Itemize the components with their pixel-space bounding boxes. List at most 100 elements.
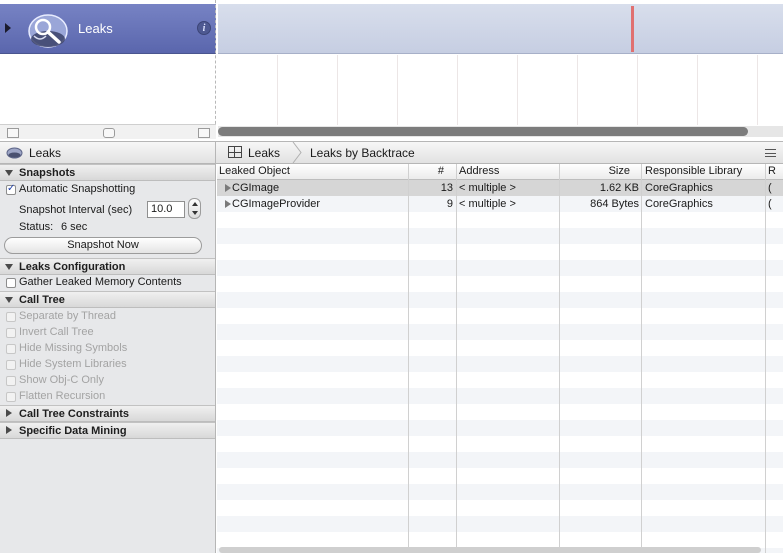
show-objc-only-checkbox[interactable] [6, 376, 16, 386]
breadcrumb-leaks[interactable]: Leaks [248, 146, 280, 160]
snapshot-now-button[interactable]: Snapshot Now [4, 237, 202, 254]
disclosure-open-icon[interactable] [5, 297, 13, 303]
table-stripe [217, 388, 783, 404]
section-leaks-configuration[interactable]: Leaks Configuration [0, 258, 215, 275]
invert-call-tree-checkbox[interactable] [6, 328, 16, 338]
separate-by-thread-checkbox[interactable] [6, 312, 16, 322]
track-display-icon[interactable] [198, 128, 210, 138]
table-stripe [217, 260, 783, 276]
section-snapshots[interactable]: Snapshots [0, 164, 215, 181]
flatten-recursion-checkbox[interactable] [6, 392, 16, 402]
instrument-row-leaks[interactable]: Leaks i [0, 4, 216, 54]
leaks-small-icon [6, 147, 23, 159]
section-call-tree-constraints[interactable]: Call Tree Constraints [0, 405, 215, 422]
column-header-responsible-frame[interactable]: R [768, 165, 778, 179]
timeline-scroll-thumb[interactable] [218, 127, 748, 136]
snapshot-interval-field[interactable]: 10.0 [147, 201, 185, 218]
cell-library: CoreGraphics [645, 198, 713, 210]
column-header-size[interactable]: Size [561, 165, 630, 179]
snapshot-interval-stepper[interactable] [188, 198, 201, 219]
breadcrumb-leaks-by-backtrace[interactable]: Leaks by Backtrace [310, 146, 415, 160]
gather-leaked-memory-checkbox[interactable] [6, 278, 16, 288]
disclosure-closed-icon[interactable] [6, 409, 12, 417]
table-header: Leaked Object # Address Size Responsible… [217, 164, 783, 180]
table-stripe [217, 356, 783, 372]
cell-size: 1.62 KB [599, 182, 639, 194]
section-title: Call Tree [19, 294, 65, 306]
disclosure-open-icon[interactable] [5, 170, 13, 176]
section-specific-data-mining[interactable]: Specific Data Mining [0, 422, 215, 439]
table-row[interactable]: CGImage 13 < multiple > 1.62 KB CoreGrap… [217, 180, 783, 196]
track-scale-icon[interactable] [7, 128, 19, 138]
leak-marker[interactable] [631, 6, 634, 52]
column-divider[interactable] [641, 164, 642, 553]
option-label: Gather Leaked Memory Contents [19, 276, 182, 288]
table-row[interactable]: CGImageProvider 9 < multiple > 864 Bytes… [217, 196, 783, 212]
jump-bar: Leaks Leaks Leaks by Backtrace [0, 141, 783, 164]
table-grid-icon[interactable] [228, 146, 242, 158]
column-header-address[interactable]: Address [459, 165, 559, 179]
timeline-track[interactable] [218, 4, 783, 54]
leaks-table: Leaked Object # Address Size Responsible… [217, 164, 783, 553]
jump-bar-left: Leaks [0, 142, 216, 163]
instrument-area: Leaks i [0, 0, 783, 139]
hide-system-libraries-checkbox[interactable] [6, 360, 16, 370]
jump-bar-instrument-label[interactable]: Leaks [29, 146, 61, 160]
cell-object: CGImageProvider [232, 198, 321, 210]
option-label: Hide System Libraries [19, 358, 127, 370]
row-disclosure-icon[interactable] [225, 200, 231, 208]
track-slider-handle[interactable] [103, 128, 115, 138]
timeline-detail-grid [218, 55, 783, 125]
cell-frame: ( [768, 182, 772, 194]
info-icon[interactable]: i [197, 21, 211, 35]
table-horizontal-scrollbar[interactable] [219, 547, 761, 553]
instrument-divider[interactable] [215, 0, 216, 139]
option-label: Automatic Snapshotting [19, 183, 136, 195]
column-header-responsible-library[interactable]: Responsible Library [645, 165, 765, 179]
option-label: Invert Call Tree [19, 326, 94, 338]
column-divider[interactable] [456, 164, 457, 553]
column-header-leaked-object[interactable]: Leaked Object [219, 165, 407, 179]
disclosure-open-icon[interactable] [5, 264, 13, 270]
section-title: Snapshots [19, 167, 76, 179]
list-menu-icon[interactable] [765, 149, 776, 157]
cell-count: 13 [440, 182, 453, 194]
section-title: Leaks Configuration [19, 261, 126, 273]
cell-address: < multiple > [459, 198, 516, 210]
cell-size: 864 Bytes [590, 198, 639, 210]
table-stripe [217, 228, 783, 244]
column-header-count[interactable]: # [409, 165, 444, 179]
option-label: Show Obj-C Only [19, 374, 104, 386]
status-value: 6 sec [61, 221, 88, 233]
cell-object: CGImage [232, 182, 280, 194]
cell-library: CoreGraphics [645, 182, 713, 194]
status-label: Status: [19, 221, 54, 233]
column-divider[interactable] [765, 164, 766, 553]
table-stripe [217, 452, 783, 468]
automatic-snapshotting-checkbox[interactable] [6, 183, 16, 195]
cell-frame: ( [768, 198, 772, 210]
inspector-sidebar: Snapshots Automatic Snapshotting Snapsho… [0, 164, 216, 553]
hide-missing-symbols-checkbox[interactable] [6, 344, 16, 354]
disclosure-closed-icon[interactable] [6, 426, 12, 434]
table-stripe [217, 484, 783, 500]
row-disclosure-icon[interactable] [225, 184, 231, 192]
cell-address: < multiple > [459, 182, 516, 194]
column-divider[interactable] [559, 164, 560, 553]
table-stripe [217, 292, 783, 308]
table-stripe [217, 324, 783, 340]
section-call-tree[interactable]: Call Tree [0, 291, 215, 308]
disclosure-triangle-icon[interactable] [5, 23, 11, 33]
table-stripe [217, 420, 783, 436]
section-title: Specific Data Mining [19, 425, 127, 437]
instrument-list-empty [0, 55, 216, 125]
leaks-instrument-icon [28, 14, 68, 48]
instrument-name: Leaks [78, 21, 113, 36]
instrument-footer [0, 124, 216, 139]
snapshot-interval-label: Snapshot Interval (sec) [19, 204, 133, 216]
breadcrumb-chevron-icon [292, 142, 302, 163]
option-label: Flatten Recursion [19, 390, 106, 402]
option-label: Hide Missing Symbols [19, 342, 128, 354]
cell-count: 9 [446, 198, 453, 210]
column-divider[interactable] [408, 164, 409, 553]
